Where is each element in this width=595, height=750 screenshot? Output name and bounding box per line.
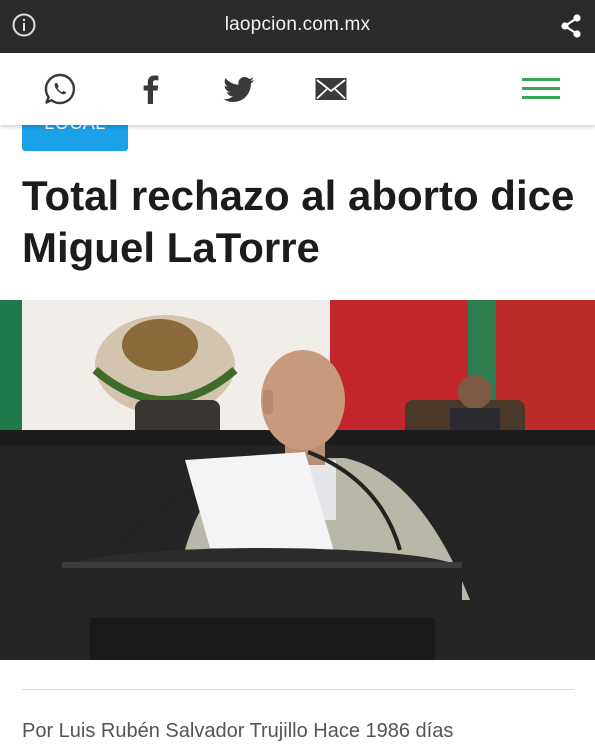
facebook-icon[interactable] (134, 72, 168, 106)
article-photo (0, 300, 595, 660)
share-icon[interactable] (559, 13, 583, 39)
hamburger-menu-icon[interactable] (522, 75, 560, 103)
article-headline: Total rechazo al aborto dice Miguel LaTo… (22, 172, 575, 271)
mail-icon[interactable] (314, 72, 348, 106)
twitter-icon[interactable] (222, 72, 256, 106)
url-text[interactable]: laopcion.com.mx (0, 14, 595, 36)
social-share-bar (0, 53, 595, 125)
content-divider (22, 689, 574, 690)
article-byline: Por Luis Rubén Salvador Trujillo Hace 19… (22, 720, 454, 742)
whatsapp-icon[interactable] (43, 72, 77, 106)
browser-address-bar: laopcion.com.mx (0, 0, 595, 53)
